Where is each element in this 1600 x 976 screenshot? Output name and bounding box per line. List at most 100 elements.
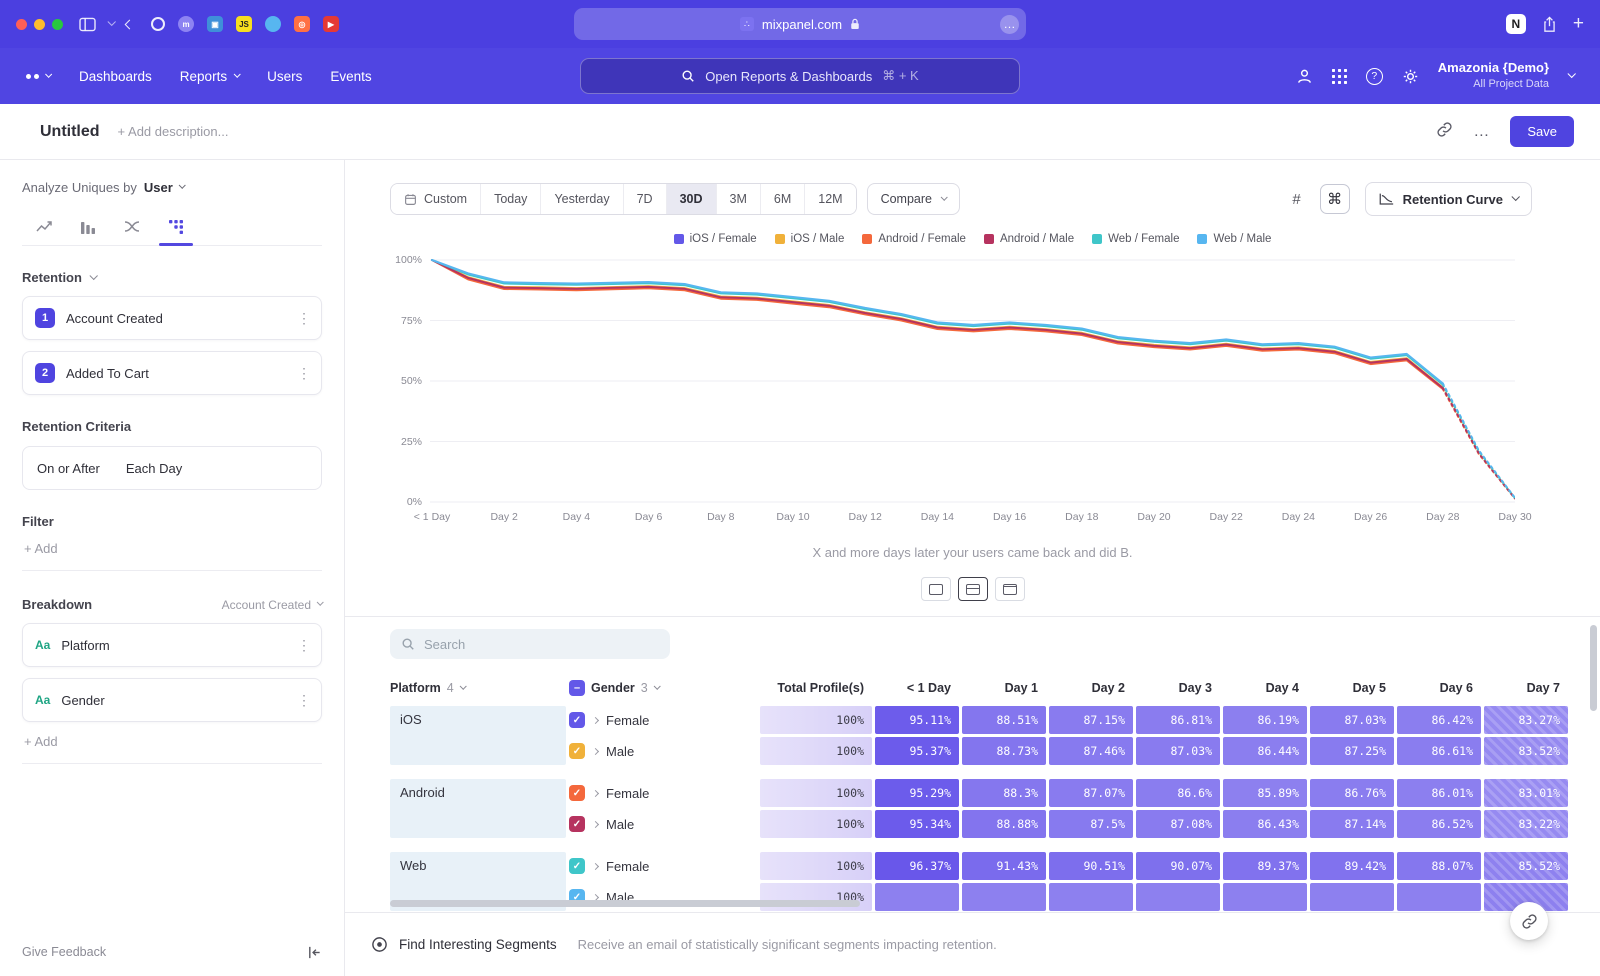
copy-link-icon[interactable]	[1436, 121, 1453, 143]
retention-cell[interactable]: 87.5%	[1049, 810, 1133, 838]
retention-cell[interactable]: 86.52%	[1397, 810, 1481, 838]
share-icon[interactable]	[1542, 16, 1557, 33]
blue-app-icon[interactable]	[265, 16, 281, 32]
retention-cell[interactable]: 88.07%	[1397, 852, 1481, 880]
retention-cell[interactable]: 85.52%	[1484, 852, 1568, 880]
table-search[interactable]	[390, 629, 670, 659]
mixpanel-logo[interactable]	[26, 74, 49, 79]
chevron-right-icon[interactable]	[592, 820, 599, 827]
kebab-menu-icon[interactable]: ⋮	[297, 692, 311, 709]
retention-cell[interactable]: 86.43%	[1223, 810, 1307, 838]
minimize-window-button[interactable]	[34, 19, 45, 30]
more-options-icon[interactable]: …	[1473, 123, 1490, 141]
retention-cell[interactable]: 95.37%	[875, 737, 959, 765]
notion-extension-icon[interactable]: N	[1506, 14, 1526, 34]
legend-item[interactable]: Web / Male	[1197, 233, 1271, 245]
retention-cell[interactable]: 88.73%	[962, 737, 1046, 765]
retention-chart[interactable]	[430, 256, 1515, 506]
retention-section-heading[interactable]: Retention	[22, 270, 322, 285]
split-view-button[interactable]	[958, 577, 988, 601]
gender-row[interactable]: ✓Male	[569, 810, 757, 838]
date-range-6m[interactable]: 6M	[761, 184, 805, 214]
address-bar[interactable]: ∴ mixpanel.com …	[574, 8, 1026, 40]
close-window-button[interactable]	[16, 19, 27, 30]
retention-cell[interactable]: 86.81%	[1136, 706, 1220, 734]
kebab-menu-icon[interactable]: ⋮	[297, 365, 311, 382]
vertical-scrollbar[interactable]	[1590, 625, 1597, 711]
total-profiles-cell[interactable]: 100%	[760, 737, 872, 765]
table-header-gender[interactable]: –Gender3	[569, 673, 757, 703]
table-header-day[interactable]: Day 4	[1223, 673, 1307, 703]
retention-cell[interactable]: 88.51%	[962, 706, 1046, 734]
retention-cell[interactable]: 87.15%	[1049, 706, 1133, 734]
table-header-day[interactable]: Day 7	[1484, 673, 1568, 703]
retention-cell[interactable]: 88.3%	[962, 779, 1046, 807]
compare-button[interactable]: Compare	[867, 183, 960, 215]
retention-cell[interactable]: 95.29%	[875, 779, 959, 807]
new-tab-icon[interactable]: +	[1573, 13, 1584, 35]
retention-cell[interactable]	[962, 883, 1046, 911]
nav-item-users[interactable]: Users	[267, 69, 302, 84]
report-description-placeholder[interactable]: + Add description...	[118, 124, 229, 139]
date-range-today[interactable]: Today	[481, 184, 541, 214]
retention-cell[interactable]: 90.51%	[1049, 852, 1133, 880]
gender-select-all-checkbox[interactable]: –	[569, 680, 585, 696]
timer-app-icon[interactable]	[151, 17, 165, 31]
breakdown-scope-selector[interactable]: Account Created	[222, 598, 322, 612]
retention-cell[interactable]: 86.6%	[1136, 779, 1220, 807]
report-title[interactable]: Untitled	[40, 123, 100, 141]
retention-cell[interactable]: 88.88%	[962, 810, 1046, 838]
retention-cell[interactable]: 96.37%	[875, 852, 959, 880]
criteria-mode[interactable]: On or After	[37, 461, 100, 476]
table-header-day[interactable]: Day 3	[1136, 673, 1220, 703]
nav-item-events[interactable]: Events	[330, 69, 371, 84]
help-icon[interactable]: ?	[1366, 68, 1383, 85]
platform-cell[interactable]: Android	[390, 779, 566, 838]
table-header-day[interactable]: < 1 Day	[875, 673, 959, 703]
retention-cell[interactable]: 87.14%	[1310, 810, 1394, 838]
gender-checkbox[interactable]: ✓	[569, 816, 585, 832]
chevron-right-icon[interactable]	[592, 716, 599, 723]
retention-step-a[interactable]: 1 Account Created ⋮	[22, 296, 322, 340]
retention-cell[interactable]	[1310, 883, 1394, 911]
retention-cell[interactable]: 87.46%	[1049, 737, 1133, 765]
retention-cell[interactable]: 86.19%	[1223, 706, 1307, 734]
retention-cell[interactable]: 89.42%	[1310, 852, 1394, 880]
tab-flows[interactable]	[110, 209, 154, 245]
chevron-right-icon[interactable]	[592, 862, 599, 869]
gender-row[interactable]: ✓Female	[569, 852, 757, 880]
legend-item[interactable]: iOS / Male	[775, 233, 845, 245]
retention-cell[interactable]: 89.37%	[1223, 852, 1307, 880]
table-header-platform[interactable]: Platform4	[390, 673, 566, 703]
annotations-icon[interactable]: #	[1283, 185, 1311, 213]
kebab-menu-icon[interactable]: ⋮	[297, 310, 311, 327]
analyze-entity-selector[interactable]: User	[144, 180, 184, 195]
gender-row[interactable]: ✓Female	[569, 706, 757, 734]
gender-row[interactable]: ✓Male	[569, 737, 757, 765]
collapse-sidebar-icon[interactable]	[307, 945, 322, 960]
date-range-custom[interactable]: Custom	[391, 184, 481, 214]
chart-only-view-button[interactable]	[921, 577, 951, 601]
gender-row[interactable]: ✓Female	[569, 779, 757, 807]
red-app-icon[interactable]: ▶	[323, 16, 339, 32]
date-range-30d[interactable]: 30D	[667, 184, 717, 214]
table-only-view-button[interactable]	[995, 577, 1025, 601]
js-app-icon[interactable]: JS	[236, 16, 252, 32]
platform-cell[interactable]: iOS	[390, 706, 566, 765]
nav-item-dashboards[interactable]: Dashboards	[79, 69, 152, 84]
retention-cell[interactable]: 91.43%	[962, 852, 1046, 880]
horizontal-scrollbar[interactable]	[390, 900, 860, 907]
date-range-yesterday[interactable]: Yesterday	[541, 184, 623, 214]
total-profiles-cell[interactable]: 100%	[760, 779, 872, 807]
share-link-fab[interactable]	[1510, 902, 1548, 940]
legend-item[interactable]: Android / Male	[984, 233, 1074, 245]
retention-cell[interactable]: 86.42%	[1397, 706, 1481, 734]
criteria-interval[interactable]: Each Day	[126, 461, 182, 476]
total-profiles-cell[interactable]: 100%	[760, 852, 872, 880]
legend-item[interactable]: Android / Female	[862, 233, 966, 245]
nav-item-reports[interactable]: Reports	[180, 69, 239, 84]
gender-checkbox[interactable]: ✓	[569, 712, 585, 728]
kebab-menu-icon[interactable]: ⋮	[297, 637, 311, 654]
account-switcher[interactable]: Amazonia {Demo} All Project Data	[1438, 60, 1549, 91]
retention-cell[interactable]	[1397, 883, 1481, 911]
